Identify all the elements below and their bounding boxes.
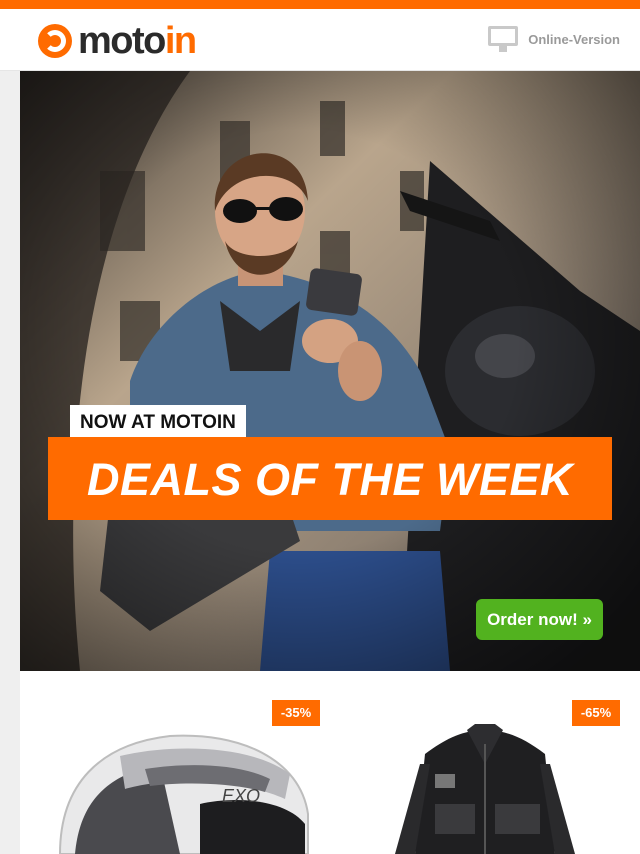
deals-headline-box: DEALS OF THE WEEK: [48, 437, 612, 520]
online-version-label: Online-Version: [528, 31, 620, 47]
motoin-logo[interactable]: motoin: [38, 20, 197, 62]
logo-icon: [38, 24, 72, 58]
svg-text:EXO: EXO: [222, 786, 260, 806]
monitor-icon: [488, 26, 519, 52]
discount-badge: -35%: [272, 700, 320, 726]
header: motoin Online-Version: [0, 9, 640, 71]
jacket-image[interactable]: [375, 704, 595, 854]
product-grid: EXO: [20, 671, 640, 854]
helmet-image[interactable]: EXO: [50, 704, 330, 854]
top-accent-bar: [0, 0, 640, 9]
hero-banner[interactable]: [20, 71, 640, 671]
left-gutter: [0, 71, 20, 854]
online-version-link[interactable]: Online-Version: [488, 26, 620, 52]
hero-tag: NOW AT MOTOIN: [70, 405, 246, 438]
logo-text: motoin: [78, 20, 197, 62]
discount-badge: -65%: [572, 700, 620, 726]
hero-photo: [20, 71, 640, 671]
deals-headline: DEALS OF THE WEEK: [86, 454, 573, 505]
order-now-button[interactable]: Order now! »: [476, 599, 603, 640]
